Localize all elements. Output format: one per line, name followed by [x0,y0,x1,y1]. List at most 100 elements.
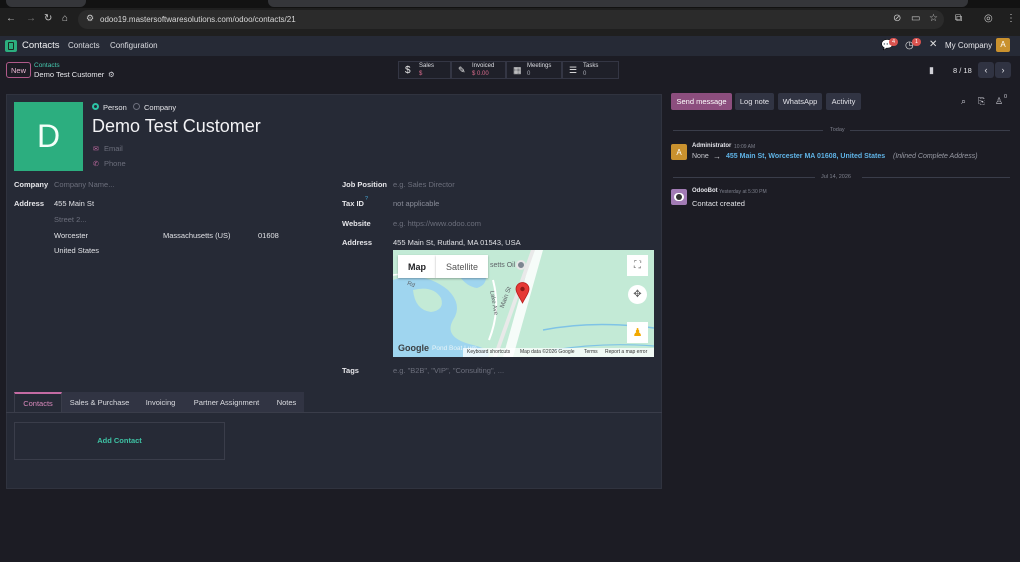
fullscreen-icon[interactable]: ⛶ [627,255,648,276]
browser-tab-active[interactable] [268,0,968,7]
poi-marker-icon[interactable] [516,260,526,270]
contact-avatar[interactable]: D [14,102,83,171]
app-name[interactable]: Contacts [22,40,60,51]
message-avatar[interactable]: A [671,144,687,160]
browser-menu-icon[interactable]: ⋮ [1006,13,1016,24]
radio-company[interactable] [133,103,140,110]
add-contact-button[interactable]: Add Contact [14,436,225,445]
app-logo-icon[interactable] [5,40,17,52]
profile-icon[interactable]: ◎ [984,13,993,24]
map-camera-control-icon[interactable]: ✥ [628,285,647,304]
tracking-new-value: 455 Main St, Worcester MA 01608, United … [726,153,886,160]
site-info-icon[interactable]: ⚙ [86,13,94,24]
log-note-button[interactable]: Log note [735,93,774,110]
pegman-icon[interactable]: ♟ [627,322,648,343]
message-body: Contact created [692,199,745,208]
breadcrumb-contacts[interactable]: Contacts [34,62,60,69]
date-separator-line [673,130,823,131]
email-icon: ✉ [93,146,99,153]
odoobot-avatar[interactable] [671,189,687,205]
settings-gear-icon[interactable]: ⚙ [108,70,115,79]
tab-invoicing[interactable]: Invoicing [137,392,184,412]
home-icon[interactable]: ⌂ [62,13,68,24]
state-field[interactable]: Massachusetts (US) [163,231,231,240]
pager-previous-button[interactable]: ‹ [978,62,994,78]
city-field[interactable]: Worcester [54,231,88,240]
map-type-map-button[interactable]: Map [398,255,436,278]
contact-name-field[interactable]: Demo Test Customer [92,116,261,137]
bookmark-star-icon[interactable]: ☆ [929,13,938,24]
website-field[interactable]: e.g. https://www.odoo.com [393,219,481,228]
message-author[interactable]: Administrator [692,143,731,149]
job-position-field[interactable]: e.g. Sales Director [393,180,455,189]
tax-id-field[interactable]: not applicable [393,199,439,208]
followers-count: 0 [1004,94,1008,100]
tools-icon[interactable]: ✕ [929,39,937,50]
search-icon[interactable]: ⌕ [961,96,966,107]
cast-icon[interactable]: ▭ [911,13,920,24]
address2-label: Address [342,238,373,247]
new-button[interactable]: New [6,62,31,78]
extensions-icon[interactable]: ⧉ [955,13,962,24]
company-switcher[interactable]: My Company [945,41,992,50]
map-pin-icon[interactable] [515,282,530,304]
tracking-old-value: None [692,153,709,160]
street-field[interactable]: 455 Main St [54,199,94,208]
map-type-satellite-button[interactable]: Satellite [436,255,488,278]
copy-record-icon[interactable]: ▮ [929,65,934,76]
tab-notes[interactable]: Notes [269,392,304,412]
pager-next-button[interactable]: › [995,62,1011,78]
tax-id-help-icon[interactable]: ? [365,196,368,202]
message-time: 10:09 AM [734,144,756,150]
tab-contacts[interactable]: Contacts [14,392,62,412]
zip-field[interactable]: 01608 [258,231,279,240]
message-author[interactable]: OdooBot [692,188,718,194]
back-icon[interactable]: ← [6,13,16,24]
url-text[interactable]: odoo19.mastersoftwaresolutions.com/odoo/… [100,15,296,24]
forward-icon[interactable]: → [26,13,36,24]
tab-partner-assignment[interactable]: Partner Assignment [184,392,269,412]
menu-configuration[interactable]: Configuration [110,41,158,50]
user-avatar[interactable]: A [996,38,1010,52]
radio-person[interactable] [92,103,99,110]
dollar-icon: $ [405,65,411,76]
terms-link[interactable]: Terms [584,349,598,355]
radio-person-label[interactable]: Person [103,103,127,112]
eye-off-icon[interactable]: ⊘ [893,13,901,24]
stat-invoiced[interactable]: ✎ Invoiced $ 0.00 [451,61,506,79]
reload-icon[interactable]: ↻ [44,13,52,24]
phone-icon: ✆ [93,161,99,168]
stat-sales[interactable]: $ Sales $ [398,61,451,79]
send-message-button[interactable]: Send message [671,93,732,110]
followers-icon[interactable]: ♙ [995,96,1003,107]
tab-sales-purchase[interactable]: Sales & Purchase [62,392,137,412]
country-field[interactable]: United States [54,246,99,255]
date-separator-line [850,130,1010,131]
report-map-error-link[interactable]: Report a map error [605,349,647,355]
radio-company-label[interactable]: Company [144,103,176,112]
invoice-icon: ✎ [458,65,466,75]
stat-tasks[interactable]: ☰ Tasks 0 [562,61,619,79]
attachment-icon[interactable]: ⎘ [978,96,985,107]
activity-button[interactable]: Activity [826,93,861,110]
stat-meetings[interactable]: ▦ Meetings 0 [506,61,562,79]
breadcrumb-record: Demo Test Customer [34,70,105,79]
odoo-navbar: Contacts Contacts Configuration 💬 4 ◷ 1 … [0,36,1020,56]
full-address-field[interactable]: 455 Main St, Rutland, MA 01543, USA [393,238,521,247]
phone-field[interactable]: Phone [104,159,126,168]
street2-field[interactable]: Street 2... [54,215,87,224]
tags-label: Tags [342,366,359,375]
address-label: Address [14,199,45,208]
message-time: Yesterday at 5:30 PM [719,189,767,195]
date-separator-line [862,177,1010,178]
pager-value[interactable]: 8 / 18 [953,66,972,75]
tags-field[interactable]: e.g. "B2B", "VIP", "Consulting", ... [393,366,504,375]
browser-tab[interactable] [6,0,86,7]
menu-contacts[interactable]: Contacts [68,41,100,50]
whatsapp-button[interactable]: WhatsApp [778,93,822,110]
keyboard-shortcuts-link[interactable]: Keyboard shortcuts [467,349,510,355]
google-map[interactable]: setts Oil Main St Lake Ave Rd Map Satell… [393,250,654,357]
email-field[interactable]: Email [104,144,123,153]
website-label: Website [342,219,371,228]
company-field[interactable]: Company Name... [54,180,114,189]
